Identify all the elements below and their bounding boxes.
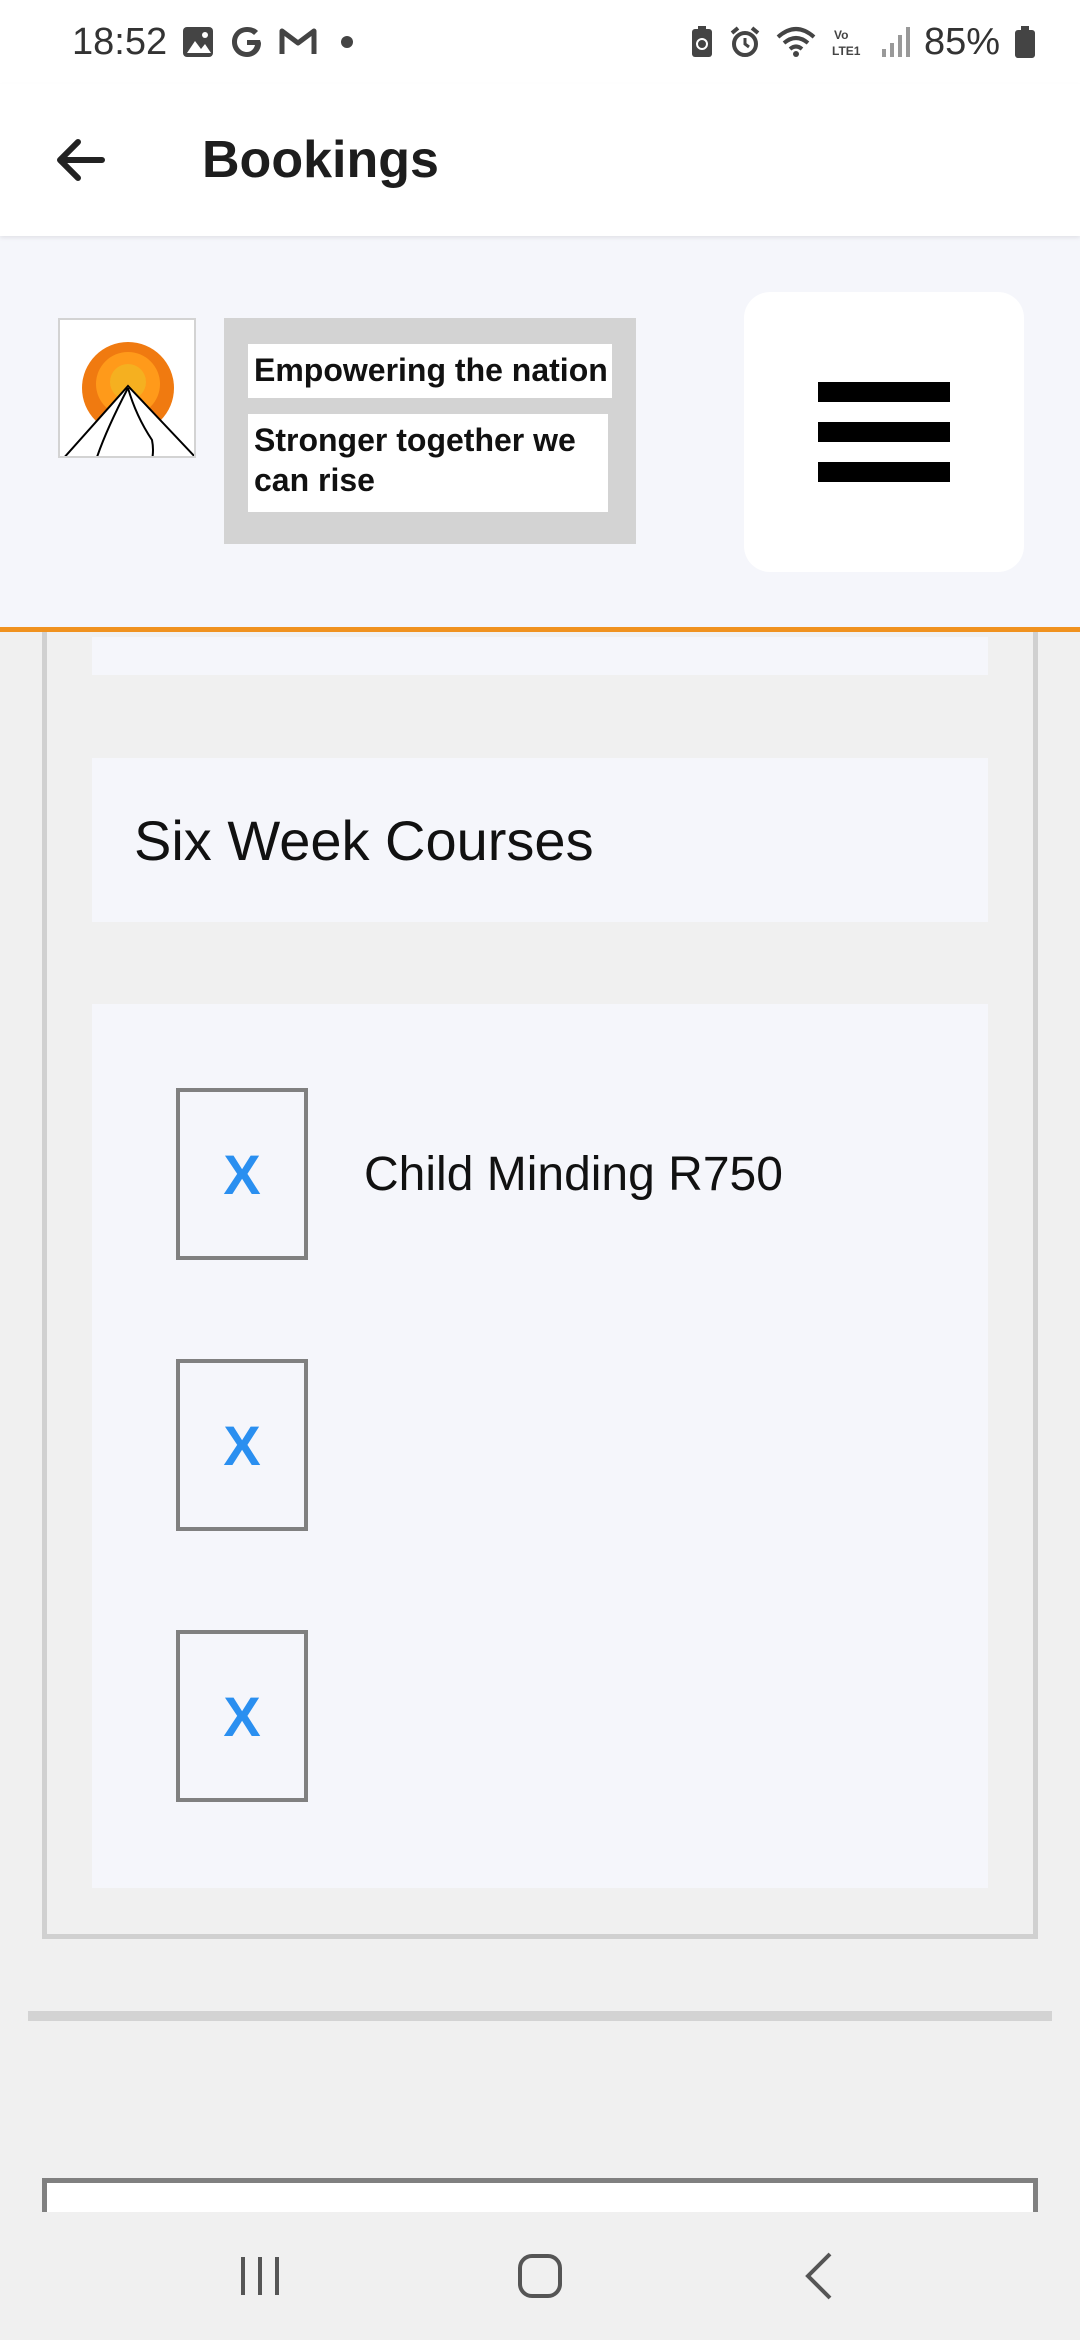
tagline-stronger: Stronger together we can rise: [248, 414, 608, 512]
course-item: X Child Minding R750: [176, 1088, 783, 1260]
site-header: Empowering the nation Stronger together …: [0, 236, 1080, 632]
course-item: X: [176, 1630, 364, 1802]
status-time: 18:52: [72, 20, 168, 63]
arrow-left-icon: [57, 139, 105, 181]
tagline-empowering: Empowering the nation: [248, 344, 612, 398]
site-logo[interactable]: [58, 318, 196, 458]
remove-course-button[interactable]: X: [176, 1359, 308, 1531]
section-divider: [28, 2011, 1052, 2021]
page-title: Bookings: [202, 131, 439, 189]
course-item: X: [176, 1359, 364, 1531]
gallery-icon: [181, 22, 215, 62]
app-bar: Bookings: [0, 84, 1080, 236]
previous-card: [92, 637, 988, 675]
status-bar: 18:52 Vo LTE1 85%: [0, 0, 1080, 84]
hamburger-menu-icon-bar: [818, 422, 950, 442]
recent-apps-button[interactable]: [200, 2226, 320, 2326]
battery-icon: [1014, 22, 1036, 62]
volte-icon: Vo LTE1: [830, 22, 866, 62]
remove-course-button[interactable]: X: [176, 1630, 308, 1802]
gmail-icon: [279, 22, 317, 62]
home-button[interactable]: [480, 2226, 600, 2326]
google-icon: [229, 22, 265, 62]
notification-dot: [341, 36, 354, 48]
status-left: 18:52: [72, 20, 354, 64]
wifi-icon: [776, 22, 816, 62]
course-label: Child Minding R750: [364, 1147, 783, 1201]
svg-text:LTE1: LTE1: [832, 44, 861, 58]
hamburger-menu-icon-bar: [818, 462, 950, 482]
nav-back-button[interactable]: [760, 2226, 880, 2326]
alarm-icon: [728, 22, 762, 62]
system-nav-bar: [0, 2212, 1080, 2340]
section-title: Six Week Courses: [134, 808, 594, 872]
section-card: Six Week Courses: [92, 758, 988, 922]
back-button[interactable]: [0, 84, 160, 236]
menu-button[interactable]: [744, 292, 1024, 572]
home-icon: [518, 2254, 562, 2298]
battery-percent: 85%: [923, 20, 1000, 63]
recent-apps-icon: [241, 2257, 279, 2295]
status-right: Vo LTE1 85%: [690, 21, 1036, 64]
remove-course-button[interactable]: X: [176, 1088, 308, 1260]
back-icon: [805, 2252, 832, 2300]
hamburger-menu-icon: [818, 382, 950, 402]
svg-text:Vo: Vo: [834, 28, 848, 42]
tagline-box: Empowering the nation Stronger together …: [224, 318, 636, 544]
battery-saver-icon: [690, 22, 714, 62]
signal-icon: [880, 22, 910, 62]
sunrise-mountain-logo-icon: [64, 342, 194, 456]
course-list: X Child Minding R750 X X: [92, 1004, 988, 1888]
